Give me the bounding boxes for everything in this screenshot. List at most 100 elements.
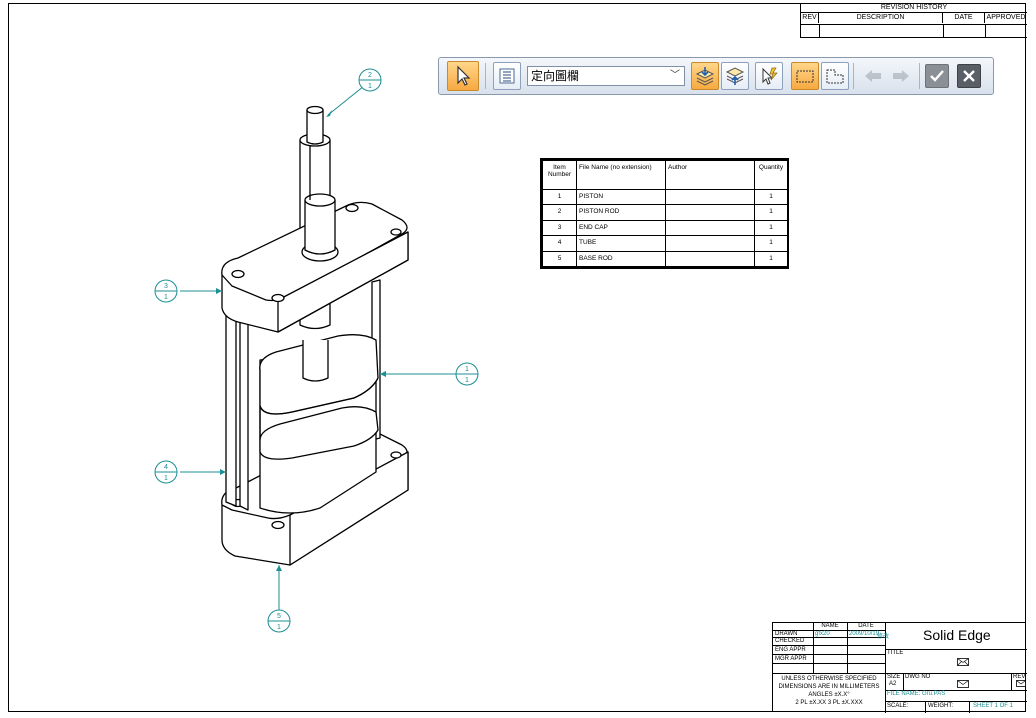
- quantity: 1: [754, 235, 788, 252]
- balloon-item-3[interactable]: 3 1: [154, 279, 178, 303]
- base-bolt-hole: [271, 520, 285, 530]
- arrow-left-icon: [865, 70, 881, 82]
- rectangle-button[interactable]: [791, 62, 819, 90]
- note-line: 2 PL ±X.XX 3 PL ±X.XXX: [795, 700, 863, 706]
- file-name: TUBE: [576, 235, 666, 252]
- file-name-field[interactable]: FILE NAME: Gru.PAS: [887, 691, 945, 697]
- cap-bolt-hole: [345, 203, 359, 213]
- description-header: DESCRIPTION: [819, 13, 943, 23]
- author: [665, 188, 755, 206]
- balloon-1-qty: 1: [465, 377, 469, 384]
- table-row[interactable]: 5 BASE ROD 1: [542, 250, 788, 267]
- quantity: 1: [754, 188, 788, 206]
- list-properties-icon: [499, 68, 515, 84]
- dwg-no-label: DWG NO: [905, 674, 931, 680]
- dwg-envelope-icon[interactable]: [957, 680, 969, 688]
- item-number: 4: [542, 235, 577, 252]
- table-row[interactable]: 4 TUBE 1: [542, 235, 788, 252]
- balloon-toolbar: 定向圖欄 ﹀: [438, 57, 994, 95]
- rev-header: REV: [801, 13, 819, 23]
- drawn-date[interactable]: 2009/10/19: [849, 631, 879, 637]
- revision-history-block: REVISION HISTORY REV DESCRIPTION DATE AP…: [800, 3, 1027, 38]
- title-label: TITLE: [887, 650, 904, 656]
- solid-edge-logo: Solid Edge: [923, 627, 991, 643]
- balloon-item-5[interactable]: 5 1: [267, 609, 291, 633]
- stack-down-button[interactable]: [691, 62, 719, 90]
- drawn-extra: 修改: [877, 634, 890, 640]
- item-number: 5: [542, 250, 577, 267]
- close-icon: [963, 70, 975, 82]
- drawn-name[interactable]: gfx20: [815, 631, 830, 637]
- corner-shape-button[interactable]: [821, 62, 849, 90]
- date-header: DATE: [943, 13, 985, 23]
- balloon-5-number: 5: [277, 613, 281, 620]
- balloon-item-4[interactable]: 4 1: [154, 460, 178, 484]
- previous-button[interactable]: [859, 62, 887, 90]
- file-name: END CAP: [576, 219, 666, 237]
- note-line: DIMENSIONS ARE IN MILLIMETERS: [778, 684, 880, 690]
- table-row[interactable]: 2 PISTON ROD 1: [542, 204, 788, 221]
- item-number: 3: [542, 219, 577, 237]
- rev-envelope-icon[interactable]: [1016, 680, 1026, 687]
- balloon-3-number: 3: [164, 283, 168, 290]
- general-notes: UNLESS OTHERWISE SPECIFIED DIMENSIONS AR…: [773, 675, 885, 707]
- cancel-button[interactable]: [957, 64, 981, 88]
- balloon-2-number: 2: [368, 72, 372, 79]
- balloon-type-dropdown[interactable]: 定向圖欄 ﹀: [527, 66, 685, 86]
- smart-select-button[interactable]: [755, 62, 783, 90]
- balloon-item-2[interactable]: 2 1: [358, 68, 382, 92]
- weight-label: WEIGHT:: [928, 703, 953, 709]
- file-name: BASE ROD: [576, 250, 666, 267]
- balloon-4-qty: 1: [164, 475, 168, 482]
- quantity: 1: [754, 250, 788, 267]
- checked-label: CHECKED: [775, 638, 805, 644]
- assembly-drawing[interactable]: 2 1 3 1 1 1 4 1 5 1: [140, 60, 500, 640]
- header-author: Author: [665, 160, 755, 190]
- base-bolt-hole: [390, 451, 402, 459]
- revision-history-title: REVISION HISTORY: [801, 3, 1027, 13]
- revision-row: [801, 24, 1027, 38]
- rod-tip-top: [306, 105, 324, 115]
- table-row[interactable]: 1 PISTON 1: [542, 188, 788, 206]
- stack-up-button[interactable]: [721, 62, 749, 90]
- eng-appr-label: ENG APPR: [775, 647, 806, 653]
- quantity: 1: [754, 204, 788, 221]
- file-name: PISTON ROD: [576, 204, 666, 221]
- title-block: NAME DATE DRAWN gfx20 2009/10/19 修改 CHEC…: [772, 622, 1027, 713]
- dropdown-chevron-icon: ﹀: [670, 70, 680, 81]
- header-item-number: Item Number: [542, 160, 577, 190]
- smart-select-icon: [762, 67, 778, 85]
- accept-button[interactable]: [925, 64, 949, 88]
- sheet-label: SHEET 1 OF 1: [973, 703, 1013, 709]
- item-number: 2: [542, 204, 577, 221]
- item-number: 1: [542, 188, 577, 206]
- balloon-5-qty: 1: [277, 624, 281, 631]
- rectangle-icon: [796, 70, 814, 83]
- balloon-item-1[interactable]: 1 1: [455, 362, 479, 386]
- table-row[interactable]: 3 END CAP 1: [542, 219, 788, 237]
- note-line: ANGLES ±X.X°: [808, 692, 850, 698]
- stack-down-icon: [695, 67, 715, 86]
- col-name-label: NAME: [821, 623, 839, 629]
- tie-rod-left-inner: [239, 317, 249, 511]
- corner-shape-icon: [826, 69, 844, 84]
- cap-bolt-hole: [231, 269, 245, 279]
- header-quantity: Quantity: [754, 160, 788, 190]
- cap-bolt-hole: [390, 228, 402, 236]
- quantity: 1: [754, 219, 788, 237]
- note-line: UNLESS OTHERWISE SPECIFIED: [781, 676, 877, 682]
- scale-label: SCALE:: [887, 703, 909, 709]
- rod-lower: [302, 340, 329, 382]
- balloon-3-qty: 1: [164, 294, 168, 301]
- approved-header: APPROVED: [986, 14, 1026, 21]
- author: [665, 250, 755, 267]
- col-date-label: DATE: [858, 623, 874, 629]
- author: [665, 219, 755, 237]
- parts-list-table[interactable]: Item Number File Name (no extension) Aut…: [540, 158, 789, 269]
- mgr-appr-label: MGR APPR: [775, 656, 807, 662]
- cap-bolt-hole: [271, 293, 285, 303]
- size-value: A2: [889, 681, 897, 687]
- drawn-label: DRAWN: [775, 631, 798, 637]
- title-envelope-icon[interactable]: [957, 658, 969, 666]
- next-button[interactable]: [887, 62, 915, 90]
